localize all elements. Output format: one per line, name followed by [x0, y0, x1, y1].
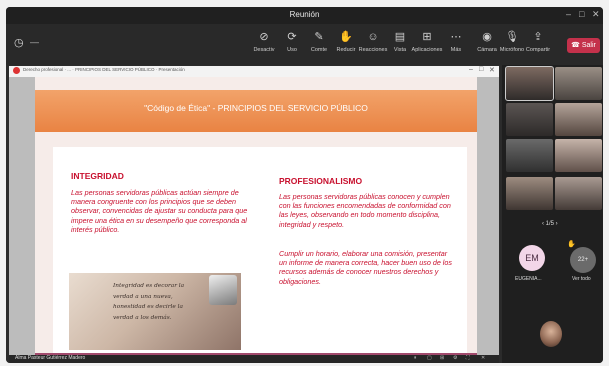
participant-video[interactable]: [555, 67, 602, 100]
share-label: Compartir: [525, 47, 551, 53]
title-bar: Reunión – □ ✕: [6, 7, 603, 24]
share-icon: ⇪: [533, 31, 543, 43]
window-title: Reunión: [289, 10, 320, 19]
participant-video[interactable]: [506, 139, 553, 172]
profesionalismo-text-1: Las personas servidoras públicas conocen…: [279, 192, 451, 229]
integridad-text: Las personas servidoras públicas actúan …: [71, 188, 248, 234]
slide-title: "Código de Ética" - PRINCIPIOS DEL SERVI…: [144, 103, 368, 113]
avatar[interactable]: EM: [519, 245, 545, 271]
self-view: [540, 321, 562, 347]
shared-screen: Derecho profesional · ... · PRINCIPIOS D…: [6, 65, 502, 363]
settings-icon[interactable]: ⚙: [453, 355, 457, 361]
quote-image: Integridad es decorar la verdad a una nu…: [69, 273, 241, 350]
participant-video[interactable]: [506, 103, 553, 136]
more-label: Más: [450, 47, 462, 53]
maximize-button[interactable]: □: [579, 9, 584, 19]
minimize-button[interactable]: –: [566, 9, 571, 19]
quote-text: Integridad es decorar la verdad a una nu…: [113, 283, 185, 321]
leave-label: Salir: [581, 42, 596, 49]
close-presentation-icon[interactable]: ✕: [481, 355, 485, 361]
meeting-toolbar: ◷ — ⊘ Desactiv ⟳ Uso ✎ Comte ✋ Reducir ☺ Reaccion…: [6, 24, 603, 65]
participant-video[interactable]: [505, 66, 554, 101]
browser-bar: Derecho profesional · ... · PRINCIPIOS D…: [9, 66, 499, 77]
teams-window: Reunión – □ ✕ ◷ — ⊘ Desactiv ⟳ Uso ✎ Comte ✋ Re…: [6, 7, 603, 363]
profesionalismo-text-2: Cumplir un horario, elaborar una comisió…: [279, 249, 452, 286]
participant-video[interactable]: [555, 177, 602, 210]
participant-video[interactable]: [555, 139, 602, 172]
grid-icon[interactable]: ⊞: [440, 355, 444, 361]
browser-close-button[interactable]: ✕: [489, 66, 495, 74]
presentation-slide: "Código de Ética" - PRINCIPIOS DEL SERVI…: [9, 77, 499, 363]
more-participants-badge[interactable]: 22+: [570, 247, 596, 273]
participants-pager[interactable]: ‹ 1/5 ›: [542, 221, 558, 227]
presenter-name: Alma Pasteur Gutiérrez Madero: [15, 355, 86, 361]
browser-icon: [13, 67, 20, 74]
stop-icon[interactable]: ▢: [427, 355, 432, 361]
raised-hand-icon: ✋: [567, 241, 576, 248]
close-button[interactable]: ✕: [592, 9, 600, 20]
fullscreen-icon[interactable]: ⛶: [466, 355, 470, 361]
profesionalismo-heading: PROFESIONALISMO: [279, 176, 363, 186]
slide-header: "Código de Ética" - PRINCIPIOS DEL SERVI…: [35, 90, 477, 132]
presenter-bar: Alma Pasteur Gutiérrez Madero ⏸ ▢ ⊞ ⚙ ⛶ …: [9, 355, 499, 363]
participant-video[interactable]: [506, 177, 553, 210]
browser-min-button[interactable]: –: [469, 66, 473, 73]
integridad-heading: INTEGRIDAD: [71, 171, 124, 181]
avatar-name: EUGENIA...: [515, 276, 542, 282]
participant-video[interactable]: [555, 103, 602, 136]
pen-icon: [209, 275, 237, 305]
participants-panel: ‹ 1/5 › EM EUGENIA... ✋ 22+ Ver todo: [502, 65, 603, 363]
leave-button[interactable]: ☎ Salir: [567, 38, 600, 53]
view-all-label[interactable]: Ver todo: [572, 276, 591, 282]
meeting-timer: —: [30, 37, 39, 47]
pause-icon[interactable]: ⏸: [414, 355, 417, 361]
more-button[interactable]: ⋯ Más: [439, 30, 473, 54]
screen-capture: Reunión – □ ✕ ◷ — ⊘ Desactiv ⟳ Uso ✎ Comte ✋ Re…: [0, 0, 609, 366]
timer-icon: ◷: [14, 37, 24, 49]
browser-url[interactable]: Derecho profesional · ... · PRINCIPIOS D…: [23, 67, 323, 72]
more-icon: ⋯: [450, 31, 462, 43]
share-button[interactable]: ⇪ Compartir: [521, 30, 555, 54]
browser-max-button[interactable]: □: [479, 66, 483, 73]
